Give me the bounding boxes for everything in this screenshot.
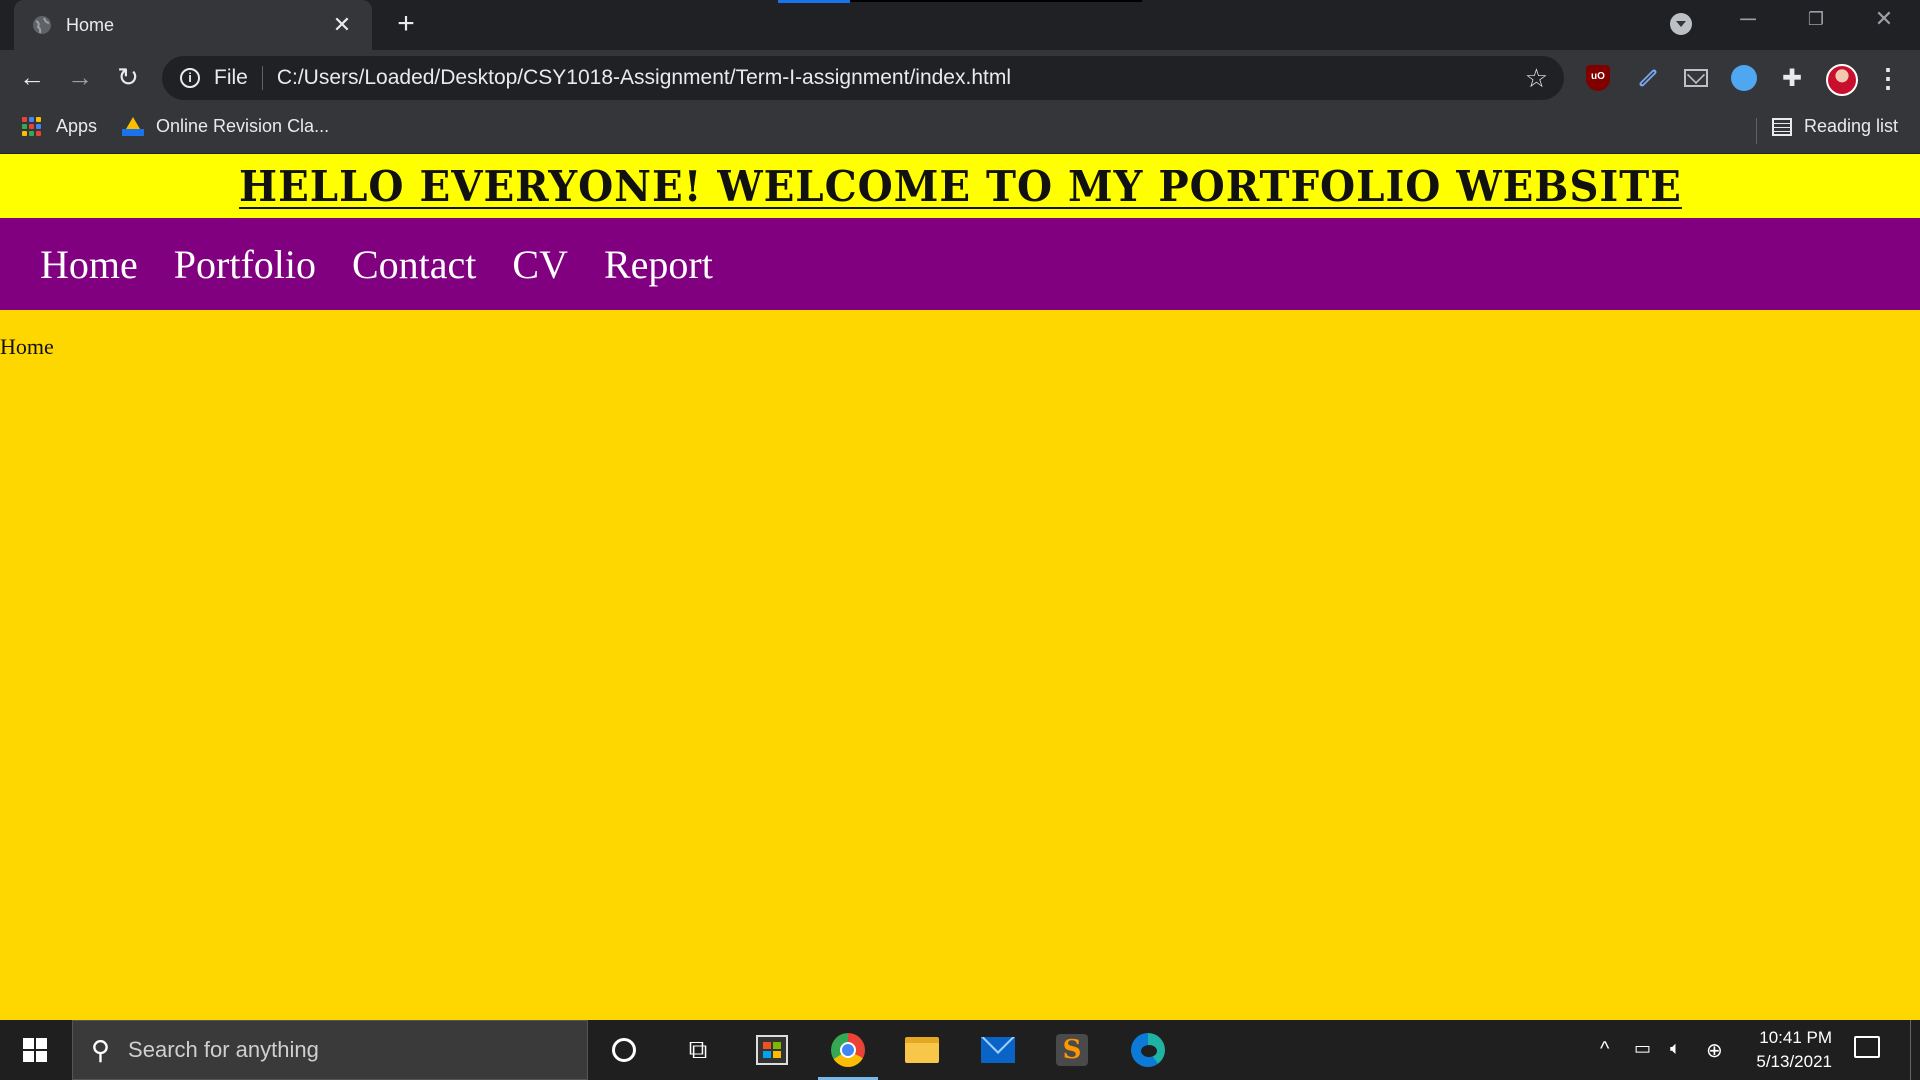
search-icon: ⚲ [91, 1034, 111, 1065]
apps-grid-icon [22, 116, 42, 137]
bookmarks-bar: Apps Online Revision Cla... Reading list [0, 106, 1920, 154]
page-heading-home: Home [0, 334, 54, 359]
tab-strip: Home ✕ + ─ ❐ ✕ [0, 0, 1920, 50]
scheme-label: File [214, 66, 248, 89]
globe-icon [33, 16, 51, 34]
file-explorer-icon[interactable] [902, 1030, 942, 1070]
volume-icon[interactable]: 🔈︎ [1670, 1038, 1681, 1059]
site-banner: Hello everyone! Welcome to my Portfolio … [0, 154, 1920, 218]
reload-icon[interactable]: ↻ [112, 62, 144, 94]
nav-link-home[interactable]: Home [40, 241, 138, 288]
site-nav: Home Portfolio Contact CV Report [0, 218, 1920, 310]
show-desktop-button[interactable] [1910, 1020, 1911, 1080]
back-arrow-icon[interactable]: ← [16, 62, 48, 94]
extensions-puzzle-icon[interactable]: ✚ [1778, 64, 1806, 92]
reading-list-label: Reading list [1804, 116, 1899, 136]
nav-link-report[interactable]: Report [604, 241, 713, 288]
clock-date: 5/13/2021 [1756, 1052, 1832, 1071]
link-icon[interactable] [1634, 64, 1662, 92]
nav-link-cv[interactable]: CV [512, 241, 568, 288]
restore-button[interactable]: ❐ [1796, 9, 1836, 30]
close-window-button[interactable]: ✕ [1864, 6, 1904, 32]
browser-menu-icon[interactable]: ⋮ [1874, 63, 1902, 93]
system-clock[interactable]: 10:41 PM 5/13/2021 [1732, 1026, 1832, 1074]
site-info-icon[interactable]: i [180, 68, 200, 88]
web-page: Hello everyone! Welcome to my Portfolio … [0, 154, 1920, 1020]
taskbar-search-box[interactable]: ⚲ Search for anything [72, 1020, 588, 1080]
browser-tab-home[interactable]: Home ✕ [14, 0, 372, 50]
page-title: Hello everyone! Welcome to my Portfolio … [238, 161, 1682, 211]
tab-search-icon[interactable] [1670, 13, 1692, 35]
browser-toolbar: ← → ↻ i File C:/Users/Loaded/Desktop/CSY… [0, 50, 1920, 106]
google-chrome-icon[interactable] [828, 1030, 868, 1070]
profile-avatar[interactable] [1824, 62, 1860, 98]
windows-logo-icon [23, 1038, 47, 1062]
microsoft-store-icon[interactable] [752, 1030, 792, 1070]
omnibox-divider [261, 66, 263, 90]
bookmark-apps[interactable]: Apps [22, 116, 97, 137]
sublime-text-icon[interactable]: S [1052, 1030, 1092, 1070]
mail-icon[interactable] [1682, 64, 1710, 92]
microsoft-edge-icon[interactable] [1128, 1030, 1168, 1070]
nav-link-portfolio[interactable]: Portfolio [174, 241, 316, 288]
taskbar-search-placeholder: Search for anything [128, 1037, 319, 1062]
battery-icon[interactable]: ▭ [1634, 1038, 1651, 1059]
reading-list-button[interactable]: Reading list [1772, 116, 1898, 137]
nav-link-contact[interactable]: Contact [352, 241, 476, 288]
windows-taskbar: ⚲ Search for anything ⧉ S ^ ▭ 🔈︎ ⊕ 10:41… [0, 1020, 1920, 1080]
address-bar[interactable]: i File C:/Users/Loaded/Desktop/CSY1018-A… [162, 56, 1564, 100]
bookmark-star-icon[interactable]: ☆ [1525, 63, 1548, 94]
url-text[interactable]: C:/Users/Loaded/Desktop/CSY1018-Assignme… [277, 66, 1525, 90]
tab-title: Home [66, 14, 115, 35]
tab-close-icon[interactable]: ✕ [330, 12, 354, 38]
mail-app-icon[interactable] [978, 1030, 1018, 1070]
show-hidden-icons-chevron-icon[interactable]: ^ [1600, 1038, 1609, 1061]
google-drive-icon [122, 117, 144, 136]
network-globe-icon[interactable]: ⊕ [1706, 1038, 1723, 1063]
blue-extension-icon[interactable] [1730, 64, 1758, 92]
bookmark-online-revision[interactable]: Online Revision Cla... [122, 116, 329, 137]
task-view-icon[interactable]: ⧉ [678, 1030, 718, 1070]
bookmarks-divider [1756, 118, 1757, 144]
forward-arrow-icon[interactable]: → [64, 62, 96, 94]
loading-bar [778, 0, 1142, 3]
bookmark-apps-label: Apps [56, 116, 98, 136]
cortana-icon[interactable] [604, 1030, 644, 1070]
notification-center-icon[interactable] [1854, 1036, 1880, 1058]
ublock-origin-icon[interactable]: uO [1584, 64, 1612, 92]
new-tab-button[interactable]: + [390, 9, 422, 41]
bookmark-online-revision-label: Online Revision Cla... [156, 116, 330, 136]
reading-list-icon [1772, 117, 1792, 136]
clock-time: 10:41 PM [1759, 1028, 1832, 1047]
start-button[interactable] [0, 1020, 70, 1080]
minimize-button[interactable]: ─ [1728, 6, 1768, 32]
